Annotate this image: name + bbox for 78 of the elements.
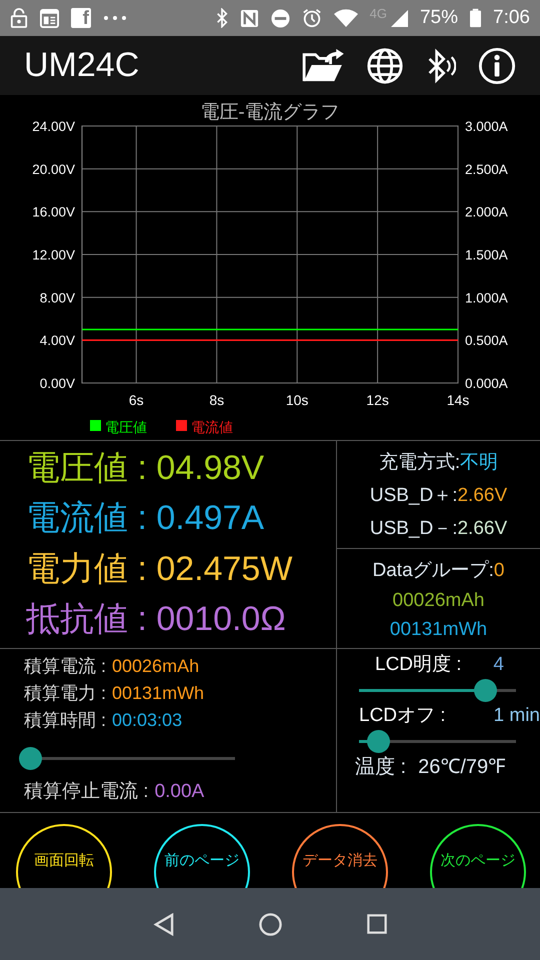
total-value: 00:03:03 (112, 710, 182, 730)
setting-label: LCD明度 : (375, 653, 462, 677)
info-label: USB_D＋: (370, 484, 458, 506)
axis-tick-label: 3.000A (465, 119, 508, 134)
axis-tick-label: 12s (366, 392, 389, 408)
axis-tick-label: 2.500A (465, 162, 508, 177)
info-value: 2.66V (457, 518, 508, 538)
info-label: 充電方式: (378, 452, 460, 472)
info-icon[interactable] (478, 46, 516, 84)
info-value: 不明 (460, 452, 498, 472)
data-group-reading: 00131mWh (390, 618, 488, 640)
chart-title: 電圧-電流グラフ (200, 102, 340, 123)
bluetooth-icon[interactable] (426, 46, 456, 84)
legend-label: 電流値 (191, 419, 233, 435)
bluetooth-icon (216, 8, 228, 28)
meter-reading: 電流値 : 0.497A (26, 501, 266, 536)
more-icon (103, 15, 127, 21)
legend-label: 電圧値 (105, 419, 147, 435)
signal-icon (390, 10, 408, 26)
slider-thumb[interactable] (474, 679, 497, 702)
setting-label: 温度 : (355, 755, 406, 780)
slider-thumb[interactable] (366, 730, 390, 753)
total-value: 00131mWh (112, 683, 204, 703)
notification-icon: f (71, 8, 91, 28)
stop-current-value: 0.00A (154, 781, 204, 802)
battery-icon (470, 8, 482, 28)
axis-tick-label: 1.000A (465, 290, 508, 306)
home-icon[interactable] (258, 912, 282, 936)
setting-label: LCDオフ : (359, 704, 446, 728)
clock: 7:06 (493, 7, 530, 29)
nfc-icon (240, 8, 259, 28)
round-button[interactable]: データ消去 (292, 824, 388, 888)
globe-icon[interactable] (366, 46, 404, 84)
axis-tick-label: 6s (128, 392, 144, 408)
setting-value: 1 min (494, 704, 540, 728)
round-button[interactable]: 前のページ (154, 824, 250, 888)
total-label: 積算電力 : (24, 683, 106, 703)
alarm-icon (302, 8, 322, 28)
do-not-disturb-icon (270, 8, 290, 28)
temperature-value: 26℃/79℉ (418, 755, 506, 780)
data-group-value: 0 (494, 560, 504, 580)
setting-value: 4 (493, 653, 504, 677)
data-group-reading: 00026mAh (392, 590, 484, 612)
total-label: 積算電流 : (24, 656, 106, 676)
total-value: 00026mAh (112, 656, 200, 676)
stop-current-label: 積算停止電流 : (24, 781, 149, 802)
axis-tick-label: 24.00V (32, 119, 75, 134)
folder-icon[interactable] (302, 48, 344, 82)
back-icon[interactable] (152, 912, 174, 936)
info-value: 2.66V (457, 484, 508, 506)
total-label: 積算時間 : (24, 710, 106, 730)
axis-tick-label: 8s (209, 392, 224, 408)
round-button[interactable]: 次のページ (430, 824, 526, 888)
axis-tick-label: 10s (286, 392, 308, 408)
axis-tick-label: 0.500A (465, 333, 508, 348)
axis-tick-label: 2.000A (465, 204, 508, 220)
app-title: UM24C (24, 46, 140, 85)
recents-icon[interactable] (367, 914, 388, 934)
axis-tick-label: 0.000A (465, 376, 508, 391)
axis-tick-label: 14s (446, 392, 470, 408)
axis-tick-label: 0.00V (40, 376, 75, 391)
news-icon (40, 8, 59, 28)
axis-tick-label: 16.00V (32, 204, 75, 220)
axis-tick-label: 20.00V (32, 162, 75, 177)
data-group-label: Dataグループ: (372, 560, 494, 580)
battery-percent: 75% (420, 7, 458, 29)
lock-icon (10, 8, 28, 28)
axis-tick-label: 12.00V (32, 248, 75, 262)
meter-reading: 電力値 : 02.475W (26, 552, 294, 586)
wifi-icon (334, 9, 358, 27)
axis-tick-label: 8.00V (40, 290, 75, 306)
axis-tick-label: 1.500A (465, 248, 508, 262)
info-label: USB_D－: (370, 518, 458, 538)
meter-reading: 電圧値 : 04.98V (26, 451, 266, 486)
slider-thumb[interactable] (19, 747, 42, 770)
meter-reading: 抵抗値 : 0010.0Ω (26, 602, 287, 636)
round-button[interactable]: 画面回転 (16, 824, 112, 888)
axis-tick-label: 4.00V (40, 333, 75, 348)
